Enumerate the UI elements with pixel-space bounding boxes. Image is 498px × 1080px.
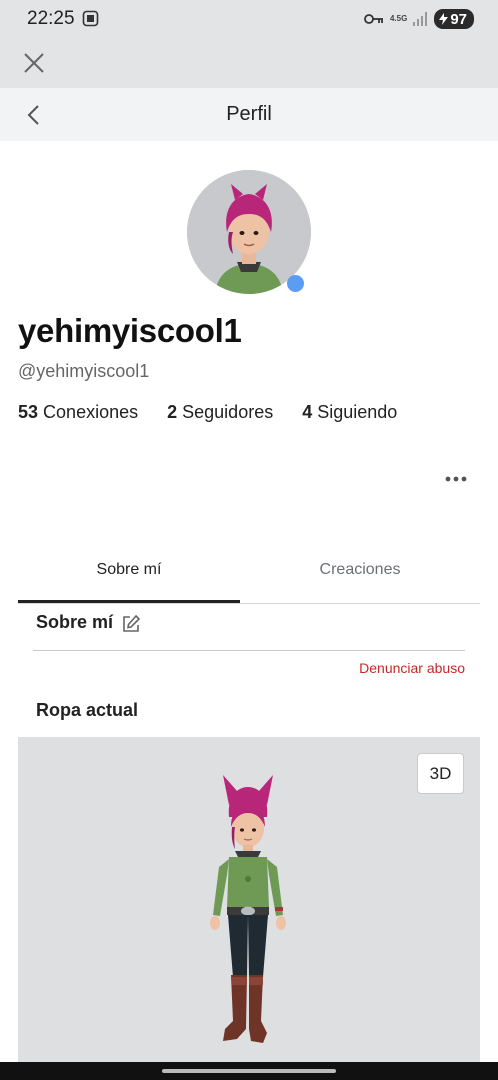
status-time: 22:25: [27, 8, 75, 29]
battery-indicator: 97: [434, 9, 474, 29]
stat-count: 2: [167, 402, 178, 422]
profile-tabs: Sobre mí Creaciones: [18, 548, 480, 604]
online-status-dot: [287, 275, 304, 292]
network-type: 4.5G: [389, 14, 408, 23]
close-icon[interactable]: [22, 51, 46, 75]
screen-record-icon: [82, 10, 99, 27]
profile-avatar[interactable]: [187, 170, 311, 294]
display-name: yehimyiscool1: [18, 312, 242, 349]
stat-followers[interactable]: 2 Seguidores: [167, 402, 273, 423]
stat-following[interactable]: 4 Siguiendo: [302, 402, 397, 423]
stat-label: Seguidores: [182, 402, 274, 422]
edit-icon[interactable]: [121, 614, 141, 634]
stat-label: Conexiones: [43, 402, 139, 422]
status-bar: 22:25 4.5G 97: [0, 0, 498, 38]
username: @yehimyiscool1: [18, 361, 150, 381]
page-title: Perfil: [226, 103, 272, 125]
outfit-preview: 3D: [18, 737, 480, 1062]
battery-level: 97: [450, 10, 467, 28]
page-header: Perfil: [0, 88, 498, 141]
home-indicator[interactable]: [162, 1069, 336, 1073]
status-indicators: 4.5G 97: [364, 9, 474, 29]
view-3d-button[interactable]: 3D: [417, 753, 464, 794]
avatar-full-body: [210, 775, 286, 1043]
report-abuse-link[interactable]: Denunciar abuso: [359, 660, 465, 676]
tab-creations[interactable]: Creaciones: [249, 548, 471, 604]
stat-count: 4: [302, 402, 313, 422]
charging-icon: [439, 13, 449, 25]
vpn-key-icon: [364, 14, 383, 24]
close-bar: [0, 38, 498, 88]
stat-count: 53: [18, 402, 39, 422]
more-options-icon[interactable]: [444, 470, 468, 488]
system-nav-bar: [0, 1062, 498, 1080]
outfit-heading: Ropa actual: [36, 700, 139, 720]
tab-about[interactable]: Sobre mí: [18, 548, 240, 603]
about-heading: Sobre mí: [36, 611, 114, 632]
signal-icon: [413, 12, 428, 26]
about-section: Sobre mí: [36, 610, 141, 634]
profile-stats: 53 Conexiones 2 Seguidores 4 Siguiendo: [18, 402, 426, 423]
stat-label: Siguiendo: [317, 402, 398, 422]
divider: [33, 650, 465, 651]
stat-connections[interactable]: 53 Conexiones: [18, 402, 138, 423]
